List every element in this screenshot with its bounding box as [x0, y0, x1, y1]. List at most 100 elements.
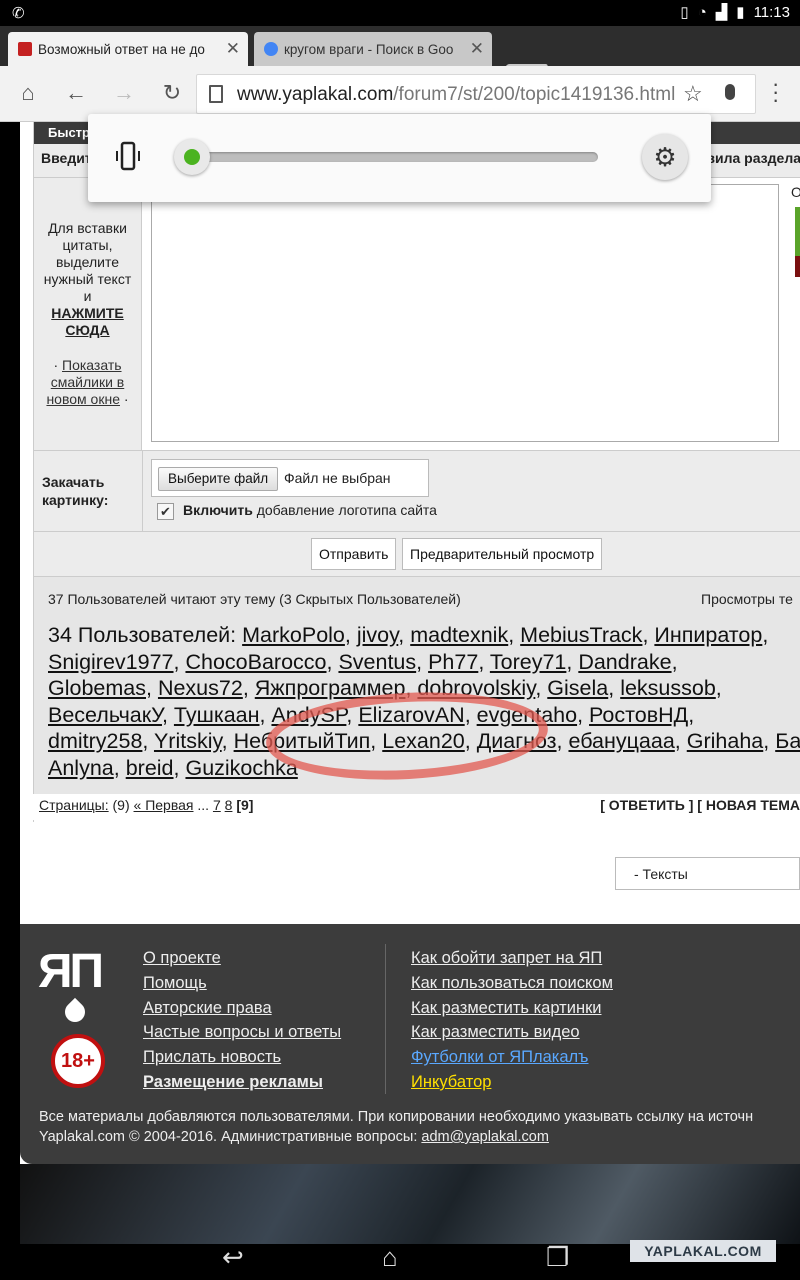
- url-text[interactable]: www.yaplakal.com/forum7/st/200/topic1419…: [237, 84, 677, 106]
- divider: [142, 451, 143, 533]
- footer-link-bypass[interactable]: Как обойти запрет на ЯП: [411, 946, 613, 971]
- user-link[interactable]: Grihaha: [687, 729, 764, 753]
- footer-link-ads[interactable]: Размещение рекламы: [143, 1070, 341, 1095]
- user-link[interactable]: breid: [126, 756, 174, 780]
- rating-bar[interactable]: [795, 207, 800, 277]
- footer-links-col2: Как обойти запрет на ЯП Как пользоваться…: [411, 946, 613, 1095]
- user-link[interactable]: Dandrake: [578, 650, 671, 674]
- user-link[interactable]: dmitry258: [48, 729, 142, 753]
- close-tab-icon[interactable]: ✕: [226, 39, 240, 59]
- user-link[interactable]: Тушкаан: [174, 703, 260, 727]
- user-link[interactable]: leksussob: [620, 676, 716, 700]
- footer-link-images-help[interactable]: Как разместить картинки: [411, 996, 613, 1021]
- user-link[interactable]: Torey71: [490, 650, 567, 674]
- user-link[interactable]: AndySP: [271, 703, 346, 727]
- user-link[interactable]: РостовНД: [589, 703, 688, 727]
- user-link[interactable]: Anlyna: [48, 756, 114, 780]
- user-link[interactable]: Яжпрограммер: [255, 676, 406, 700]
- footer-link-video-help[interactable]: Как разместить видео: [411, 1020, 613, 1045]
- user-link[interactable]: Lexan20: [382, 729, 465, 753]
- footer-link-copyright[interactable]: Авторские права: [143, 996, 341, 1021]
- nav-back-icon[interactable]: ↩: [222, 1242, 244, 1273]
- show-smiles-link[interactable]: Показать смайлики в новом окне: [46, 357, 124, 407]
- back-icon[interactable]: ←: [62, 80, 90, 106]
- address-bar[interactable]: www.yaplakal.com/forum7/st/200/topic1419…: [196, 74, 756, 114]
- menu-dots-icon[interactable]: · · ·: [772, 73, 779, 111]
- user-link[interactable]: БасманБай: [775, 729, 800, 753]
- site-footer: ЯП 18+ О проекте Помощь Авторские права …: [20, 924, 800, 1164]
- bookmark-star-icon[interactable]: ☆: [683, 81, 703, 107]
- admin-email-link[interactable]: adm@yaplakal.com: [421, 1129, 549, 1145]
- page-7-link[interactable]: 7: [213, 797, 221, 813]
- user-link[interactable]: Yritskiy: [154, 729, 222, 753]
- upload-row: Закачать картинку: Выберите файл Файл не…: [34, 450, 800, 533]
- close-tab-icon[interactable]: ✕: [470, 39, 484, 59]
- reload-icon[interactable]: ↻: [158, 80, 186, 106]
- tab-yaplakal[interactable]: Возможный ответ на не до ✕: [8, 32, 248, 66]
- submit-button[interactable]: Отправить: [311, 538, 397, 570]
- user-link[interactable]: ChocoBarocco: [185, 650, 326, 674]
- first-page-link[interactable]: « Первая: [134, 797, 194, 813]
- footer-link-tshirts[interactable]: Футболки от ЯПлакалъ: [411, 1045, 613, 1070]
- user-link[interactable]: evgentaho: [477, 703, 577, 727]
- tab-google-search[interactable]: кругом враги - Поиск в Goo ✕: [254, 32, 492, 66]
- footer-link-help[interactable]: Помощь: [143, 971, 341, 996]
- microphone-icon[interactable]: [725, 84, 735, 100]
- volume-slider-thumb[interactable]: [174, 139, 210, 175]
- nav-home-icon[interactable]: ⌂: [382, 1242, 398, 1273]
- rules-link[interactable]: вила раздела: [706, 150, 800, 166]
- volume-popup: ⚙: [88, 114, 711, 202]
- user-link[interactable]: MebiusTrack: [520, 623, 642, 647]
- user-link[interactable]: jivoy: [357, 623, 398, 647]
- home-icon[interactable]: ⌂: [14, 80, 42, 106]
- footer-links-col1: О проекте Помощь Авторские права Частые …: [143, 946, 341, 1095]
- message-textarea[interactable]: [151, 184, 779, 442]
- user-link[interactable]: Gisela: [547, 676, 608, 700]
- user-link[interactable]: Globemas: [48, 676, 146, 700]
- logo-label-rest: добавление логотипа сайта: [256, 502, 437, 518]
- logo-checkbox[interactable]: ✔: [157, 503, 174, 520]
- page-8-link[interactable]: 8: [225, 797, 233, 813]
- user-link[interactable]: MarkoPolo: [242, 623, 345, 647]
- user-link[interactable]: Nexus72: [158, 676, 243, 700]
- user-link[interactable]: Ph77: [428, 650, 478, 674]
- google-favicon-icon: [264, 42, 278, 56]
- user-link[interactable]: НебритыйТип: [234, 729, 371, 753]
- pager: Страницы: (9) « Первая ... 7 8 [9] [ ОТВ…: [33, 794, 800, 820]
- footer-link-faq[interactable]: Частые вопросы и ответы: [143, 1020, 341, 1045]
- user-link[interactable]: Sventus: [338, 650, 416, 674]
- file-status: Файл не выбран: [284, 470, 391, 486]
- user-link[interactable]: Guzikochka: [185, 756, 297, 780]
- footer-link-search-help[interactable]: Как пользоваться поиском: [411, 971, 613, 996]
- footer-link-about[interactable]: О проекте: [143, 946, 341, 971]
- user-link[interactable]: Snigirev1977: [48, 650, 174, 674]
- forward-icon[interactable]: →: [110, 80, 138, 106]
- vibrate-mode-icon[interactable]: [115, 139, 141, 175]
- page-icon: [209, 85, 223, 103]
- nav-recents-icon[interactable]: ❐: [546, 1242, 569, 1273]
- users-list: 34 Пользователей: MarkoPolo, jivoy, madt…: [48, 622, 800, 782]
- volume-slider-track[interactable]: [183, 152, 598, 162]
- preview-button[interactable]: Предварительный просмотр: [402, 538, 603, 570]
- gear-icon[interactable]: ⚙: [642, 134, 688, 180]
- pages-label[interactable]: Страницы:: [39, 797, 109, 813]
- viewers-block: 37 Пользователей читают эту тему (3 Скры…: [34, 576, 800, 812]
- user-link[interactable]: dobrovolskiy: [417, 676, 535, 700]
- user-link[interactable]: madtexnik: [410, 623, 508, 647]
- viewers-summary: 37 Пользователей читают эту тему (3 Скры…: [48, 591, 461, 607]
- footer-link-send-news[interactable]: Прислать новость: [143, 1045, 341, 1070]
- footer-link-incubator[interactable]: Инкубатор: [411, 1070, 613, 1095]
- reply-new-topic-links[interactable]: [ ОТВЕТИТЬ ] [ НОВАЯ ТЕМА: [600, 797, 800, 813]
- file-input: Выберите файл Файл не выбран: [151, 459, 429, 497]
- pager-ellipsis: ...: [197, 797, 210, 813]
- choose-file-button[interactable]: Выберите файл: [158, 467, 279, 491]
- user-link[interactable]: ебануцааа: [568, 729, 674, 753]
- user-link[interactable]: ElizarovAN: [358, 703, 464, 727]
- user-link[interactable]: Инпиратор: [654, 623, 762, 647]
- user-link[interactable]: ВесельчакУ: [48, 703, 162, 727]
- user-link[interactable]: Диагноз: [477, 729, 557, 753]
- section-select[interactable]: - Тексты: [615, 857, 800, 890]
- quote-click-link[interactable]: НАЖМИТЕ СЮДА: [34, 305, 141, 339]
- rating-label: Оц: [791, 184, 800, 200]
- clock: 11:13: [753, 3, 790, 21]
